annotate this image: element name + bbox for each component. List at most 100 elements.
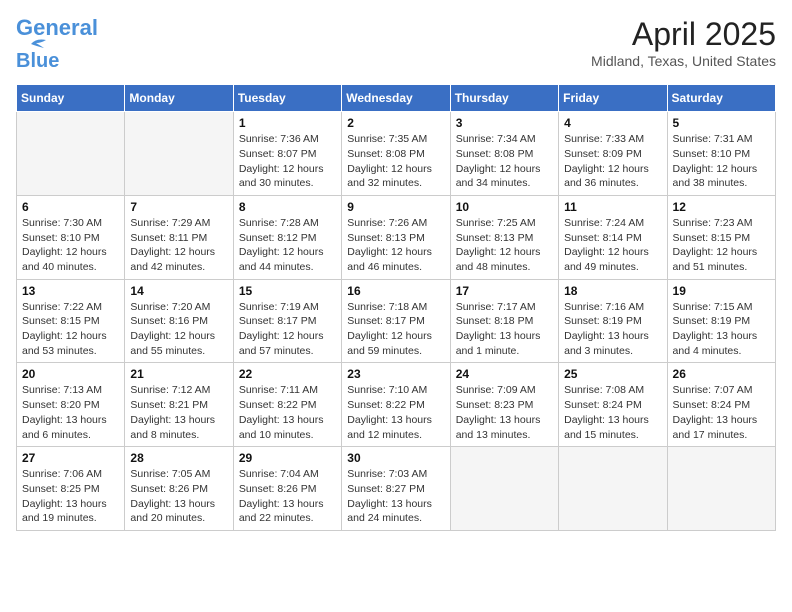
day-number: 27 [22, 451, 119, 465]
day-info: Sunrise: 7:18 AM Sunset: 8:17 PM Dayligh… [347, 300, 444, 359]
calendar-cell [450, 447, 558, 531]
day-info: Sunrise: 7:08 AM Sunset: 8:24 PM Dayligh… [564, 383, 661, 442]
logo-text: General [16, 15, 98, 40]
day-number: 4 [564, 116, 661, 130]
calendar-cell: 28 Sunrise: 7:05 AM Sunset: 8:26 PM Dayli… [125, 447, 233, 531]
calendar-cell: 18 Sunrise: 7:16 AM Sunset: 8:19 PM Dayli… [559, 279, 667, 363]
day-info: Sunrise: 7:06 AM Sunset: 8:25 PM Dayligh… [22, 467, 119, 526]
calendar-cell: 8 Sunrise: 7:28 AM Sunset: 8:12 PM Daylig… [233, 195, 341, 279]
day-number: 3 [456, 116, 553, 130]
day-number: 6 [22, 200, 119, 214]
day-number: 30 [347, 451, 444, 465]
day-number: 20 [22, 367, 119, 381]
day-number: 14 [130, 284, 227, 298]
day-number: 7 [130, 200, 227, 214]
day-number: 10 [456, 200, 553, 214]
calendar-cell: 9Sunrise: 7:26 AM Sunset: 8:13 PM Daylig… [342, 195, 450, 279]
day-number: 23 [347, 367, 444, 381]
location: Midland, Texas, United States [591, 53, 776, 69]
page-header: General Blue April 2025 Midland, Texas, … [16, 16, 776, 72]
calendar-cell: 16Sunrise: 7:18 AM Sunset: 8:17 PM Dayli… [342, 279, 450, 363]
calendar-cell: 11 Sunrise: 7:24 AM Sunset: 8:14 PM Dayli… [559, 195, 667, 279]
day-info: Sunrise: 7:25 AM Sunset: 8:13 PM Dayligh… [456, 216, 553, 275]
calendar-cell: 20 Sunrise: 7:13 AM Sunset: 8:20 PM Dayli… [17, 363, 125, 447]
calendar-cell: 2Sunrise: 7:35 AM Sunset: 8:08 PM Daylig… [342, 112, 450, 196]
day-number: 2 [347, 116, 444, 130]
day-info: Sunrise: 7:04 AM Sunset: 8:26 PM Dayligh… [239, 467, 336, 526]
day-info: Sunrise: 7:34 AM Sunset: 8:08 PM Dayligh… [456, 132, 553, 191]
calendar-week-2: 6 Sunrise: 7:30 AM Sunset: 8:10 PM Daylig… [17, 195, 776, 279]
day-info: Sunrise: 7:16 AM Sunset: 8:19 PM Dayligh… [564, 300, 661, 359]
calendar-header-row: SundayMondayTuesdayWednesdayThursdayFrid… [17, 85, 776, 112]
calendar-cell: 3 Sunrise: 7:34 AM Sunset: 8:08 PM Daylig… [450, 112, 558, 196]
day-info: Sunrise: 7:12 AM Sunset: 8:21 PM Dayligh… [130, 383, 227, 442]
calendar-cell [125, 112, 233, 196]
day-info: Sunrise: 7:30 AM Sunset: 8:10 PM Dayligh… [22, 216, 119, 275]
day-number: 19 [673, 284, 770, 298]
calendar-header-tuesday: Tuesday [233, 85, 341, 112]
calendar-cell: 12Sunrise: 7:23 AM Sunset: 8:15 PM Dayli… [667, 195, 775, 279]
calendar-cell: 23 Sunrise: 7:10 AM Sunset: 8:22 PM Dayli… [342, 363, 450, 447]
calendar-cell: 24 Sunrise: 7:09 AM Sunset: 8:23 PM Dayli… [450, 363, 558, 447]
day-number: 28 [130, 451, 227, 465]
calendar-week-1: 1 Sunrise: 7:36 AM Sunset: 8:07 PM Daylig… [17, 112, 776, 196]
day-number: 5 [673, 116, 770, 130]
calendar-cell [17, 112, 125, 196]
day-number: 11 [564, 200, 661, 214]
day-info: Sunrise: 7:05 AM Sunset: 8:26 PM Dayligh… [130, 467, 227, 526]
day-info: Sunrise: 7:17 AM Sunset: 8:18 PM Dayligh… [456, 300, 553, 359]
day-number: 1 [239, 116, 336, 130]
calendar-header-sunday: Sunday [17, 85, 125, 112]
day-number: 8 [239, 200, 336, 214]
calendar-cell: 19 Sunrise: 7:15 AM Sunset: 8:19 PM Dayli… [667, 279, 775, 363]
calendar-cell: 26 Sunrise: 7:07 AM Sunset: 8:24 PM Dayli… [667, 363, 775, 447]
day-info: Sunrise: 7:29 AM Sunset: 8:11 PM Dayligh… [130, 216, 227, 275]
day-info: Sunrise: 7:13 AM Sunset: 8:20 PM Dayligh… [22, 383, 119, 442]
day-info: Sunrise: 7:09 AM Sunset: 8:23 PM Dayligh… [456, 383, 553, 442]
day-info: Sunrise: 7:10 AM Sunset: 8:22 PM Dayligh… [347, 383, 444, 442]
day-info: Sunrise: 7:07 AM Sunset: 8:24 PM Dayligh… [673, 383, 770, 442]
calendar-cell: 30Sunrise: 7:03 AM Sunset: 8:27 PM Dayli… [342, 447, 450, 531]
calendar-cell: 15 Sunrise: 7:19 AM Sunset: 8:17 PM Dayli… [233, 279, 341, 363]
day-number: 18 [564, 284, 661, 298]
calendar-cell: 7 Sunrise: 7:29 AM Sunset: 8:11 PM Daylig… [125, 195, 233, 279]
day-number: 26 [673, 367, 770, 381]
calendar-cell: 13 Sunrise: 7:22 AM Sunset: 8:15 PM Dayli… [17, 279, 125, 363]
day-info: Sunrise: 7:11 AM Sunset: 8:22 PM Dayligh… [239, 383, 336, 442]
logo-blue-text: Blue [16, 50, 59, 72]
day-number: 21 [130, 367, 227, 381]
calendar-cell: 5 Sunrise: 7:31 AM Sunset: 8:10 PM Daylig… [667, 112, 775, 196]
calendar-cell: 10 Sunrise: 7:25 AM Sunset: 8:13 PM Dayli… [450, 195, 558, 279]
day-number: 15 [239, 284, 336, 298]
day-info: Sunrise: 7:24 AM Sunset: 8:14 PM Dayligh… [564, 216, 661, 275]
calendar-week-5: 27 Sunrise: 7:06 AM Sunset: 8:25 PM Dayli… [17, 447, 776, 531]
calendar-header-friday: Friday [559, 85, 667, 112]
day-info: Sunrise: 7:26 AM Sunset: 8:13 PM Dayligh… [347, 216, 444, 275]
day-info: Sunrise: 7:33 AM Sunset: 8:09 PM Dayligh… [564, 132, 661, 191]
calendar-cell: 22 Sunrise: 7:11 AM Sunset: 8:22 PM Dayli… [233, 363, 341, 447]
day-info: Sunrise: 7:22 AM Sunset: 8:15 PM Dayligh… [22, 300, 119, 359]
day-number: 12 [673, 200, 770, 214]
day-info: Sunrise: 7:28 AM Sunset: 8:12 PM Dayligh… [239, 216, 336, 275]
day-number: 22 [239, 367, 336, 381]
day-number: 13 [22, 284, 119, 298]
day-number: 29 [239, 451, 336, 465]
title-block: April 2025 Midland, Texas, United States [591, 16, 776, 69]
calendar-cell: 21 Sunrise: 7:12 AM Sunset: 8:21 PM Dayli… [125, 363, 233, 447]
day-info: Sunrise: 7:36 AM Sunset: 8:07 PM Dayligh… [239, 132, 336, 191]
calendar-header-saturday: Saturday [667, 85, 775, 112]
calendar-week-4: 20 Sunrise: 7:13 AM Sunset: 8:20 PM Dayli… [17, 363, 776, 447]
day-info: Sunrise: 7:31 AM Sunset: 8:10 PM Dayligh… [673, 132, 770, 191]
calendar-cell: 17Sunrise: 7:17 AM Sunset: 8:18 PM Dayli… [450, 279, 558, 363]
day-info: Sunrise: 7:15 AM Sunset: 8:19 PM Dayligh… [673, 300, 770, 359]
day-number: 25 [564, 367, 661, 381]
day-info: Sunrise: 7:20 AM Sunset: 8:16 PM Dayligh… [130, 300, 227, 359]
calendar-cell: 29 Sunrise: 7:04 AM Sunset: 8:26 PM Dayli… [233, 447, 341, 531]
calendar-body: 1 Sunrise: 7:36 AM Sunset: 8:07 PM Daylig… [17, 112, 776, 531]
logo: General Blue [16, 16, 98, 72]
calendar-cell: 1 Sunrise: 7:36 AM Sunset: 8:07 PM Daylig… [233, 112, 341, 196]
calendar-cell: 27 Sunrise: 7:06 AM Sunset: 8:25 PM Dayli… [17, 447, 125, 531]
day-number: 24 [456, 367, 553, 381]
calendar-header-wednesday: Wednesday [342, 85, 450, 112]
day-info: Sunrise: 7:19 AM Sunset: 8:17 PM Dayligh… [239, 300, 336, 359]
